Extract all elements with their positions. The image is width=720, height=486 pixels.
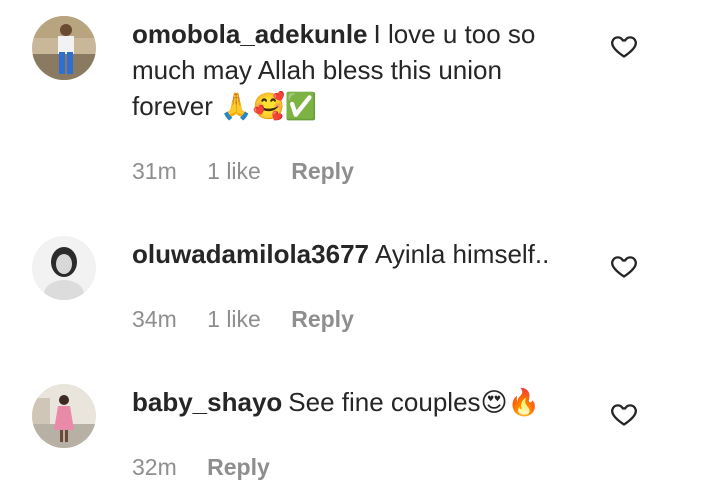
comment-meta: 31m 1 like Reply <box>132 157 378 185</box>
heart-outline-icon[interactable] <box>610 252 638 280</box>
reply-button[interactable]: Reply <box>291 306 354 332</box>
heart-outline-icon[interactable] <box>610 400 638 428</box>
heart-outline-icon[interactable] <box>610 32 638 60</box>
comment-text: baby_shayo See fine couples😍🔥 <box>132 384 582 421</box>
comment-text: oluwadamilola3677 Ayinla himself.. <box>132 236 582 272</box>
comment-meta: 32m Reply <box>132 453 294 481</box>
avatar[interactable] <box>32 384 96 448</box>
avatar[interactable] <box>32 16 96 80</box>
comment-emojis: 😍🔥 <box>480 388 541 418</box>
reply-button[interactable]: Reply <box>291 158 354 184</box>
comment-meta: 34m 1 like Reply <box>132 305 378 333</box>
comment-timestamp: 32m <box>132 454 177 480</box>
comment-timestamp: 34m <box>132 306 177 332</box>
comment-body: Ayinla himself.. <box>374 239 550 269</box>
comment-body: See fine couples <box>288 387 481 417</box>
comment-username[interactable]: omobola_adekunle <box>132 19 368 49</box>
reply-button[interactable]: Reply <box>207 454 270 480</box>
comment-like-count[interactable]: 1 like <box>207 306 261 332</box>
avatar[interactable] <box>32 236 96 300</box>
comment-timestamp: 31m <box>132 158 177 184</box>
comment-text: omobola_adekunle I love u too so much may… <box>132 16 582 125</box>
comment-emojis: 🙏🥰✅ <box>220 92 318 122</box>
comment-like-count[interactable]: 1 like <box>207 158 261 184</box>
comment-username[interactable]: baby_shayo <box>132 387 282 417</box>
comment-username[interactable]: oluwadamilola3677 <box>132 239 369 269</box>
